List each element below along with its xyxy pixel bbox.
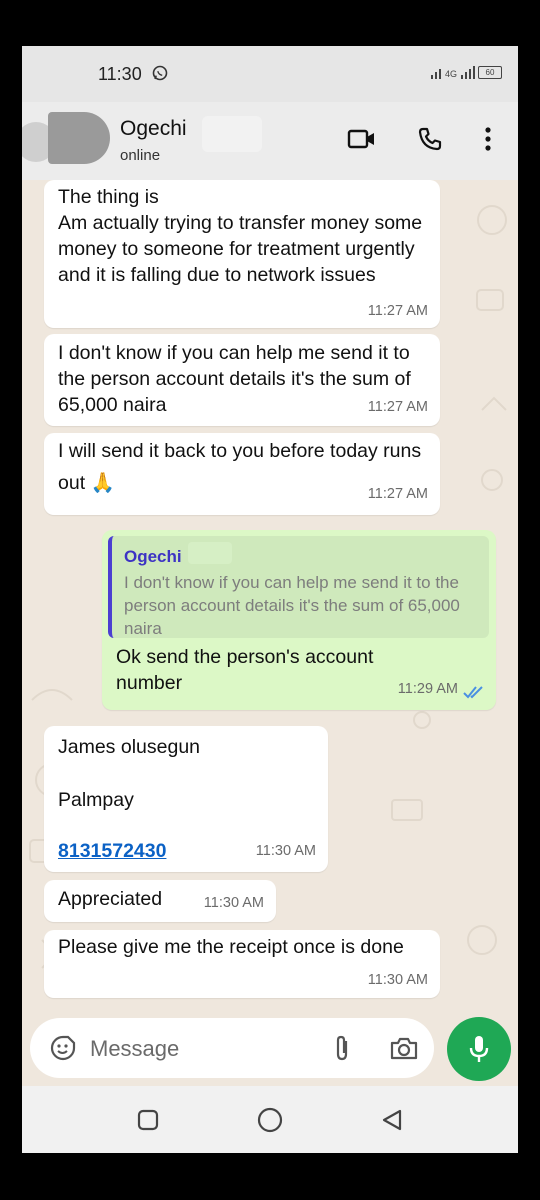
whatsapp-notification-icon bbox=[152, 65, 168, 81]
message-text: James olusegun bbox=[58, 736, 201, 758]
more-vert-icon[interactable] bbox=[473, 124, 503, 154]
phone-screen: 11:30 4G 60 Ogechi online The thing is A… bbox=[22, 46, 518, 1153]
message-time: 11:30 AM bbox=[255, 843, 316, 859]
status-time: 11:30 bbox=[98, 64, 142, 84]
message-incoming[interactable]: The thing is Am actually trying to trans… bbox=[44, 180, 440, 328]
quoted-text: I don't know if you can help me send it … bbox=[124, 573, 460, 638]
phone-call-icon[interactable] bbox=[415, 124, 445, 154]
message-text: Palmpay bbox=[58, 789, 134, 811]
redacted-surname bbox=[202, 116, 262, 152]
message-text: The thing is Am actually trying to trans… bbox=[58, 186, 423, 286]
message-incoming[interactable]: I will send it back to you before today … bbox=[44, 433, 440, 515]
status-indicators: 4G 60 bbox=[430, 66, 502, 79]
contact-status: online bbox=[120, 147, 161, 164]
message-time: 11:30 AM bbox=[203, 895, 264, 911]
signal-icon bbox=[430, 69, 441, 79]
message-time: 11:27 AM bbox=[367, 399, 428, 415]
battery-icon: 60 bbox=[478, 66, 502, 79]
quoted-sender: Ogechi bbox=[124, 547, 182, 566]
quoted-message[interactable]: Ogechi I don't know if you can help me s… bbox=[108, 536, 489, 638]
recents-icon[interactable] bbox=[134, 1106, 162, 1134]
message-time: 11:27 AM bbox=[367, 303, 428, 319]
message-incoming[interactable]: I don't know if you can help me send it … bbox=[44, 334, 440, 426]
home-icon[interactable] bbox=[256, 1106, 284, 1134]
message-time: 11:29 AM bbox=[397, 681, 458, 697]
avatar[interactable] bbox=[48, 112, 110, 164]
read-ticks-icon bbox=[463, 686, 483, 699]
message-text: Ok send the person's account number bbox=[116, 646, 374, 694]
chat-header: Ogechi online bbox=[22, 102, 518, 180]
message-composer[interactable]: Message bbox=[30, 1018, 434, 1078]
mic-button[interactable] bbox=[447, 1017, 511, 1081]
chat-area[interactable]: The thing is Am actually trying to trans… bbox=[22, 180, 518, 1016]
camera-icon[interactable] bbox=[389, 1033, 419, 1063]
message-time: 11:27 AM bbox=[367, 486, 428, 502]
message-text: Please give me the receipt once is done bbox=[58, 936, 404, 958]
system-nav-bar bbox=[22, 1086, 518, 1153]
attach-icon[interactable] bbox=[327, 1033, 357, 1063]
redacted-surname bbox=[188, 542, 232, 564]
network-type: 4G bbox=[444, 69, 457, 79]
message-text: Appreciated bbox=[58, 888, 163, 910]
message-input[interactable]: Message bbox=[90, 1036, 179, 1062]
signal-icon-2 bbox=[461, 66, 475, 79]
emoji-icon[interactable] bbox=[48, 1033, 78, 1063]
video-call-icon[interactable] bbox=[347, 124, 377, 154]
message-time: 11:30 AM bbox=[367, 972, 428, 988]
message-incoming[interactable]: James olusegun Palmpay 8131572430 11:30 … bbox=[44, 726, 328, 872]
account-number-link[interactable]: 8131572430 bbox=[58, 838, 166, 864]
back-icon[interactable] bbox=[378, 1106, 406, 1134]
message-incoming[interactable]: Appreciated 11:30 AM bbox=[44, 880, 276, 922]
status-bar: 11:30 4G 60 bbox=[22, 46, 518, 102]
message-incoming[interactable]: Please give me the receipt once is done … bbox=[44, 930, 440, 998]
message-outgoing[interactable]: Ogechi I don't know if you can help me s… bbox=[102, 530, 496, 710]
mic-icon bbox=[469, 1036, 489, 1062]
contact-name[interactable]: Ogechi bbox=[120, 117, 187, 141]
